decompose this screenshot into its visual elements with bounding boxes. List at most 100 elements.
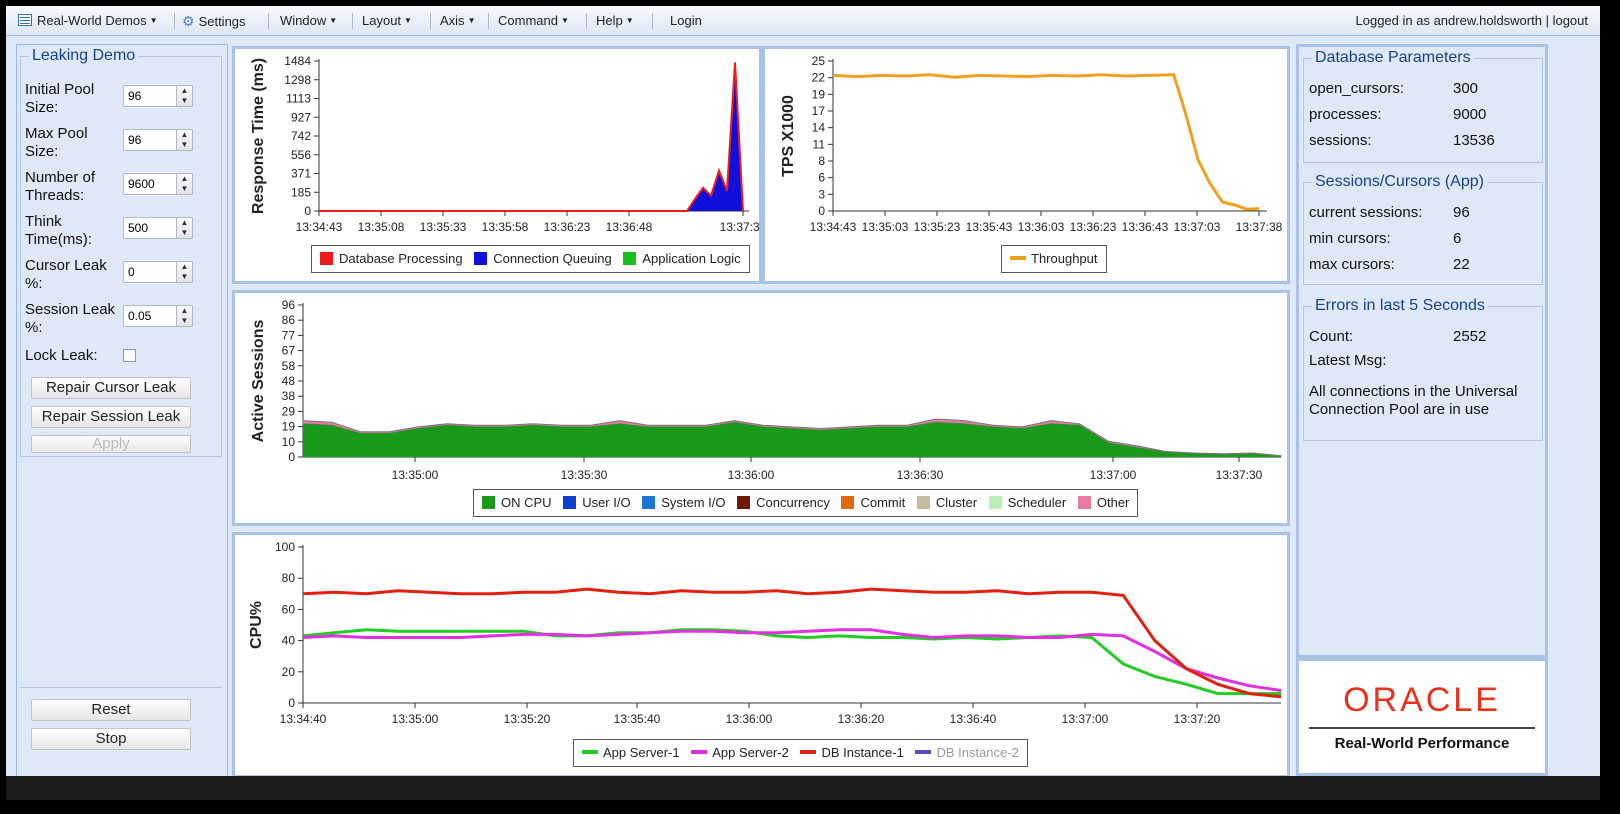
legend-item-other[interactable]: Other: [1077, 495, 1129, 510]
cursor-leak-input[interactable]: 0 ▲ ▼: [123, 261, 193, 283]
green-swatch-icon: [623, 252, 637, 265]
caret-down-icon: ▼: [149, 16, 158, 25]
active-sessions-chart-panel: Active Sessions 0 10 19 29 38 48 58 67 77 86 96 13:3…: [232, 290, 1290, 526]
max-pool-size-row: Max Pool Size: 96 ▲ ▼: [25, 125, 195, 165]
spinner-arrows-icon[interactable]: ▲ ▼: [176, 262, 192, 282]
database-processing-line: [319, 62, 744, 212]
spinner-arrows-icon[interactable]: ▲ ▼: [176, 218, 192, 238]
magenta-line-swatch-icon: [691, 750, 708, 754]
y-tick-label: 29: [282, 404, 296, 418]
x-tick-label: 13:35:20: [504, 712, 551, 726]
legend-item-system-io[interactable]: System I/O: [642, 495, 726, 510]
menu-help[interactable]: Help ▼: [596, 6, 634, 36]
spinner-arrows-icon[interactable]: ▲ ▼: [176, 174, 192, 194]
logo-divider: [1309, 727, 1535, 729]
spinner-arrows-icon[interactable]: ▲ ▼: [176, 130, 192, 150]
x-tick-label: 13:35:40: [614, 712, 661, 726]
purple-line-swatch-icon: [915, 750, 932, 754]
menu-separator: [352, 13, 353, 29]
legend-item-database-processing[interactable]: Database Processing: [320, 251, 463, 266]
x-tick-label: 13:36:20: [838, 712, 885, 726]
menu-login[interactable]: Login: [670, 6, 702, 36]
cpu-chart-panel: CPU% 0 20 40 60 80 100 13:34:40 13:35:00 13:35:20…: [232, 532, 1290, 778]
brown-swatch-icon: [737, 496, 751, 509]
lock-leak-checkbox[interactable]: [123, 349, 136, 362]
number-of-threads-input[interactable]: 9600 ▲ ▼: [123, 173, 193, 195]
logo-tagline: Real-World Performance: [1334, 735, 1510, 752]
x-tick-label: 13:34:40: [280, 712, 327, 726]
x-tick-label: 13:36:30: [897, 468, 944, 482]
legend-item-on-cpu[interactable]: ON CPU: [482, 495, 552, 510]
initial-pool-size-row: Initial Pool Size: 96 ▲ ▼: [25, 81, 195, 121]
legend-item-scheduler[interactable]: Scheduler: [988, 495, 1066, 510]
spinner-arrows-icon[interactable]: ▲ ▼: [176, 86, 192, 106]
spinner-arrows-icon[interactable]: ▲ ▼: [176, 306, 192, 326]
repair-session-leak-button[interactable]: Repair Session Leak: [31, 406, 191, 428]
y-tick-label: 17: [812, 104, 826, 118]
errors-title: Errors in last 5 Seconds: [1315, 297, 1485, 314]
menu-real-world-demos[interactable]: Real-World Demos ▼: [18, 6, 158, 36]
lock-leak-row: Lock Leak:: [25, 347, 195, 367]
y-tick-label: 185: [291, 185, 311, 199]
x-tick-label: 13:37:38: [1236, 220, 1283, 234]
login-info: Logged in as andrew.holdsworth | logout: [1355, 13, 1589, 28]
caret-down-icon: ▼: [329, 16, 338, 25]
session-leak-input[interactable]: 0.05 ▲ ▼: [123, 305, 193, 327]
initial-pool-size-input[interactable]: 96 ▲ ▼: [123, 85, 193, 107]
legend-item-concurrency[interactable]: Concurrency: [737, 495, 830, 510]
legend-item-db-instance-2[interactable]: DB Instance-2: [915, 745, 1019, 760]
number-of-threads-label: Number of Threads:: [25, 169, 96, 204]
x-tick-label: 13:35:58: [482, 220, 529, 234]
connection-queuing-area: [319, 62, 743, 212]
y-tick-label: 48: [282, 374, 296, 388]
y-tick-label: 19: [282, 420, 296, 434]
x-tick-label: 13:34:43: [296, 220, 343, 234]
x-tick-label: 13:37:00: [1090, 468, 1137, 482]
menu-layout[interactable]: Layout ▼: [362, 6, 412, 36]
lock-leak-label: Lock Leak:: [25, 347, 98, 364]
menu-axis[interactable]: Axis ▼: [440, 6, 475, 36]
pink-swatch-icon: [1077, 496, 1091, 509]
legend-item-commit[interactable]: Commit: [841, 495, 905, 510]
think-time-input[interactable]: 500 ▲ ▼: [123, 217, 193, 239]
session-leak-label: Session Leak %:: [25, 301, 116, 336]
menu-settings[interactable]: ⚙ Settings: [182, 6, 246, 36]
repair-cursor-leak-button[interactable]: Repair Cursor Leak: [31, 377, 191, 399]
legend-item-connection-queuing[interactable]: Connection Queuing: [474, 251, 612, 266]
legend-item-application-logic[interactable]: Application Logic: [623, 251, 741, 266]
menu-separator: [430, 13, 431, 29]
left-control-panel: Leaking Demo Initial Pool Size: 96 ▲ ▼ Max…: [16, 44, 228, 792]
menu-bar: Real-World Demos ▼ ⚙ Settings Window ▼ Layo…: [6, 6, 1600, 36]
legend-item-throughput[interactable]: Throughput: [1010, 251, 1098, 266]
legend-item-db-instance-1[interactable]: DB Instance-1: [800, 745, 904, 760]
apply-button[interactable]: Apply: [31, 435, 191, 453]
x-tick-label: 13:37:00: [1062, 712, 1109, 726]
initial-pool-size-label: Initial Pool Size:: [25, 81, 95, 116]
app-window: Real-World Demos ▼ ⚙ Settings Window ▼ Layo…: [6, 6, 1600, 800]
y-tick-label: 58: [282, 359, 296, 373]
cursor-leak-row: Cursor Leak %: 0 ▲ ▼: [25, 257, 195, 297]
y-tick-label: 0: [304, 204, 311, 218]
legend-item-user-io[interactable]: User I/O: [563, 495, 631, 510]
oracle-logo: ORACLE: [1343, 681, 1501, 719]
legend-item-cluster[interactable]: Cluster: [916, 495, 977, 510]
throughput-chart-panel: TPS X1000 0 3 6 8 11 14 17 19 22 25 13:34:43 13:35:0…: [762, 46, 1290, 284]
reset-button[interactable]: Reset: [31, 699, 191, 721]
error-message-text: All connections in the Universal Connect…: [1309, 383, 1518, 418]
stop-button[interactable]: Stop: [31, 728, 191, 750]
x-tick-label: 13:37:03: [1174, 220, 1221, 234]
y-tick-label: 0: [288, 450, 295, 464]
x-tick-label: 13:35:00: [392, 468, 439, 482]
app-list-icon: [18, 14, 32, 26]
legend-item-app-server-2[interactable]: App Server-2: [691, 745, 789, 760]
right-info-panel: Database Parameters open_cursors: 300 pro…: [1296, 44, 1548, 658]
session-leak-row: Session Leak %: 0.05 ▲ ▼: [25, 301, 195, 341]
caret-down-icon: ▼: [467, 16, 476, 25]
menu-command[interactable]: Command ▼: [498, 6, 569, 36]
menu-window[interactable]: Window ▼: [280, 6, 337, 36]
max-pool-size-input[interactable]: 96 ▲ ▼: [123, 129, 193, 151]
logout-link[interactable]: logout: [1553, 13, 1588, 28]
legend-item-app-server-1[interactable]: App Server-1: [582, 745, 680, 760]
y-tick-label: 80: [282, 571, 296, 585]
x-tick-label: 13:35:43: [966, 220, 1013, 234]
